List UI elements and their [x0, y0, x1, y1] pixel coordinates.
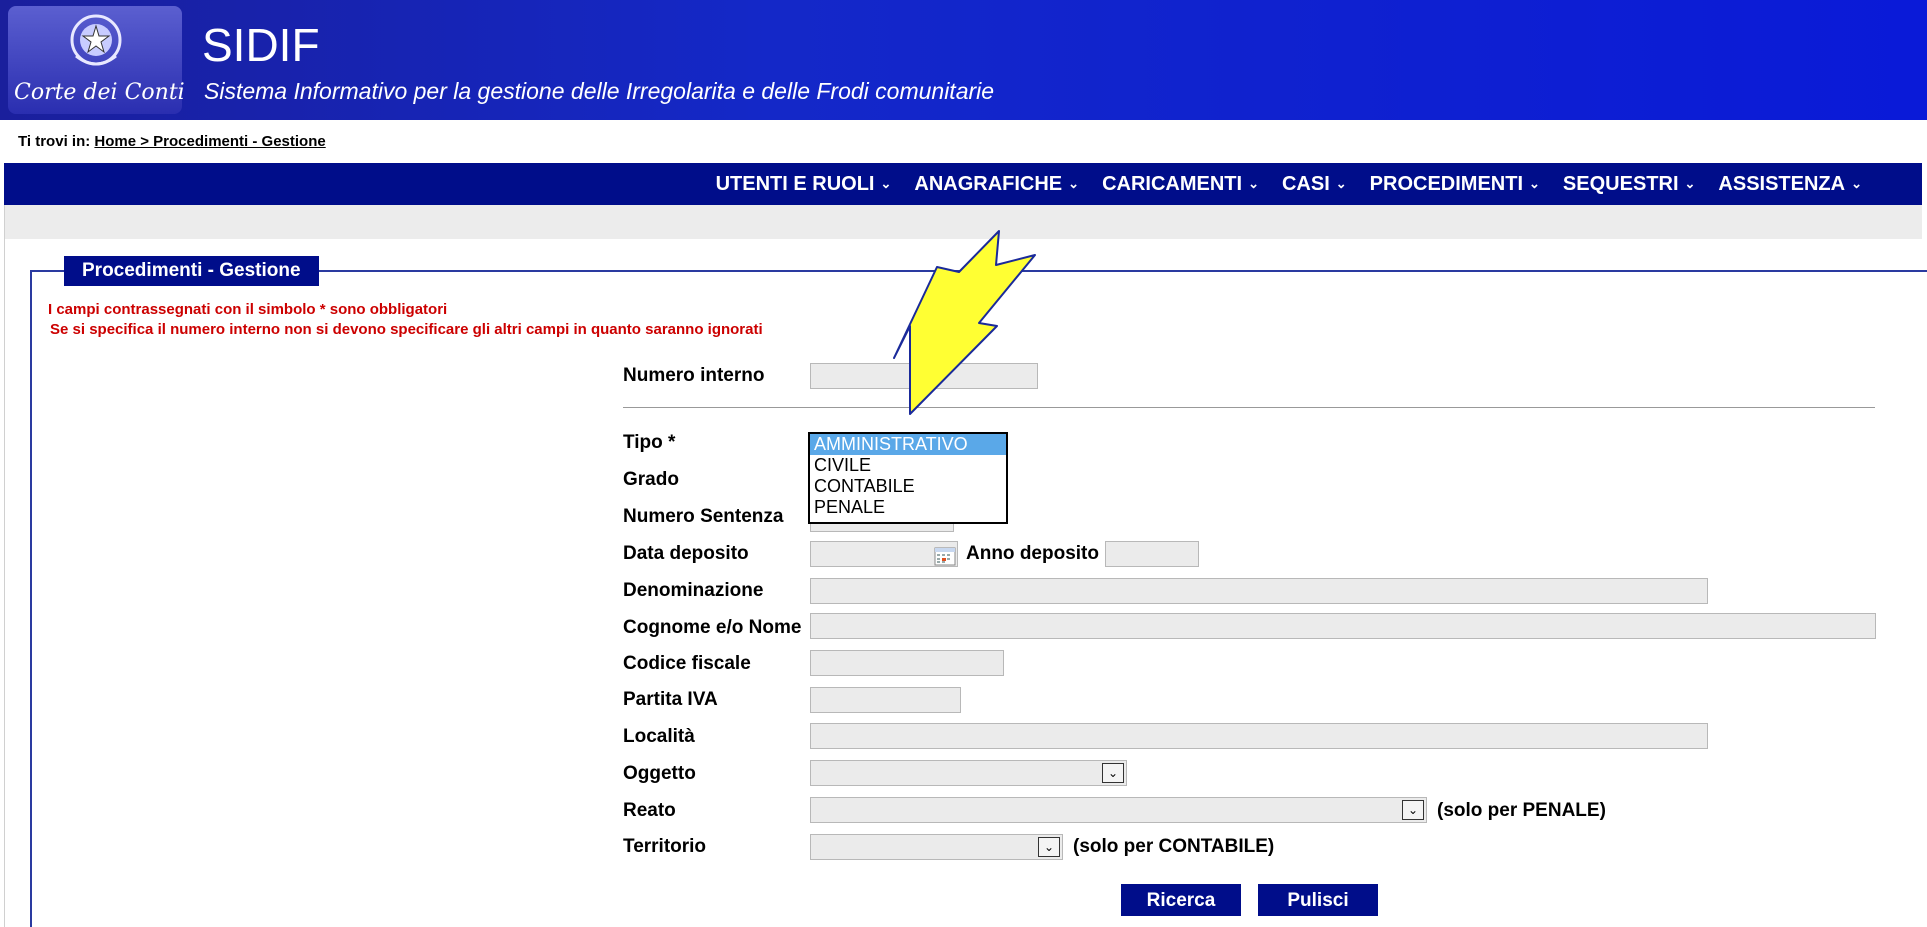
- oggetto-label: Oggetto: [623, 763, 696, 784]
- chevron-down-icon: ⌄: [1248, 175, 1259, 191]
- chevron-down-icon: ⌄: [1684, 175, 1696, 191]
- fieldset-legend: Procedimenti - Gestione: [64, 256, 319, 286]
- partita-iva-input[interactable]: [810, 687, 961, 713]
- nav-casi[interactable]: CASI ⌄: [1282, 173, 1347, 196]
- clear-button[interactable]: Pulisci: [1258, 884, 1378, 916]
- anno-deposito-label: Anno deposito: [966, 543, 1099, 564]
- chevron-down-icon: ⌄: [1068, 175, 1080, 191]
- grado-label: Grado: [623, 469, 679, 490]
- oggetto-select[interactable]: ⌄: [810, 760, 1127, 786]
- data-deposito-label: Data deposito: [623, 543, 749, 564]
- tipo-dropdown-list[interactable]: AMMINISTRATIVO CIVILE CONTABILE PENALE: [808, 432, 1008, 524]
- territorio-hint: (solo per CONTABILE): [1073, 836, 1275, 857]
- emblem-icon: [70, 14, 122, 66]
- reato-label: Reato: [623, 800, 676, 821]
- breadcrumb-link[interactable]: Home > Procedimenti - Gestione: [94, 133, 325, 150]
- numero-sentenza-label: Numero Sentenza: [623, 506, 784, 527]
- chevron-down-icon: ⌄: [1402, 800, 1424, 820]
- chevron-down-icon: ⌄: [1102, 763, 1124, 783]
- denominazione-input[interactable]: [810, 578, 1708, 604]
- numero-interno-label: Numero interno: [623, 365, 765, 386]
- nav-assistenza[interactable]: ASSISTENZA ⌄: [1718, 173, 1862, 196]
- numero-interno-note: Se si specifica il numero interno non si…: [50, 321, 763, 338]
- anno-deposito-input[interactable]: [1105, 541, 1199, 567]
- chevron-down-icon: ⌄: [1335, 175, 1347, 191]
- nav-procedimenti[interactable]: PROCEDIMENTI ⌄: [1370, 173, 1540, 196]
- tipo-option-amministrativo[interactable]: AMMINISTRATIVO: [810, 434, 1006, 455]
- codice-fiscale-input[interactable]: [810, 650, 1004, 676]
- breadcrumb: Ti trovi in: Home > Procedimenti - Gesti…: [18, 133, 326, 150]
- nav-sequestri[interactable]: SEQUESTRI ⌄: [1563, 173, 1695, 196]
- tipo-option-civile[interactable]: CIVILE: [810, 455, 1006, 476]
- reato-select[interactable]: ⌄: [810, 797, 1427, 823]
- territorio-select[interactable]: ⌄: [810, 834, 1063, 860]
- cognome-nome-input[interactable]: [810, 613, 1876, 639]
- main-nav: UTENTI E RUOLI ⌄ ANAGRAFICHE ⌄ CARICAMENTI…: [4, 163, 1922, 205]
- territorio-label: Territorio: [623, 836, 707, 857]
- page-border: [4, 205, 5, 927]
- chevron-down-icon: ⌄: [880, 175, 892, 191]
- codice-fiscale-label: Codice fiscale: [623, 653, 751, 674]
- breadcrumb-prefix: Ti trovi in:: [18, 133, 91, 150]
- chevron-down-icon: ⌄: [1529, 175, 1540, 191]
- logo-text: Corte dei Conti: [14, 80, 185, 105]
- corte-dei-conti-logo: Corte dei Conti: [8, 6, 185, 114]
- localita-input[interactable]: [810, 723, 1708, 749]
- localita-label: Località: [623, 726, 695, 747]
- required-note: I campi contrassegnati con il simbolo * …: [48, 301, 448, 318]
- app-title: SIDIF: [202, 19, 320, 71]
- app-subtitle: Sistema Informativo per la gestione dell…: [204, 78, 995, 104]
- denominazione-label: Denominazione: [623, 580, 764, 601]
- cognome-nome-label: Cognome e/o Nome: [623, 617, 802, 638]
- nav-anagrafiche[interactable]: ANAGRAFICHE ⌄: [914, 173, 1079, 196]
- tipo-option-contabile[interactable]: CONTABILE: [810, 476, 1006, 497]
- chevron-down-icon: ⌄: [1038, 837, 1060, 857]
- chevron-down-icon: ⌄: [1851, 175, 1862, 191]
- nav-caricamenti[interactable]: CARICAMENTI ⌄: [1102, 173, 1259, 196]
- reato-hint: (solo per PENALE): [1437, 800, 1606, 821]
- tipo-label: Tipo *: [623, 432, 676, 453]
- fieldset-border-left: [30, 270, 32, 927]
- calendar-icon[interactable]: [934, 546, 956, 566]
- app-header: Corte dei Conti SIDIF Sistema Informativ…: [0, 0, 1927, 120]
- divider: [623, 407, 1875, 408]
- annotation-arrow-icon: [893, 230, 1036, 415]
- partita-iva-label: Partita IVA: [623, 689, 718, 710]
- tipo-option-penale[interactable]: PENALE: [810, 497, 1006, 518]
- nav-utenti-ruoli[interactable]: UTENTI E RUOLI ⌄: [716, 173, 892, 196]
- search-button[interactable]: Ricerca: [1121, 884, 1241, 916]
